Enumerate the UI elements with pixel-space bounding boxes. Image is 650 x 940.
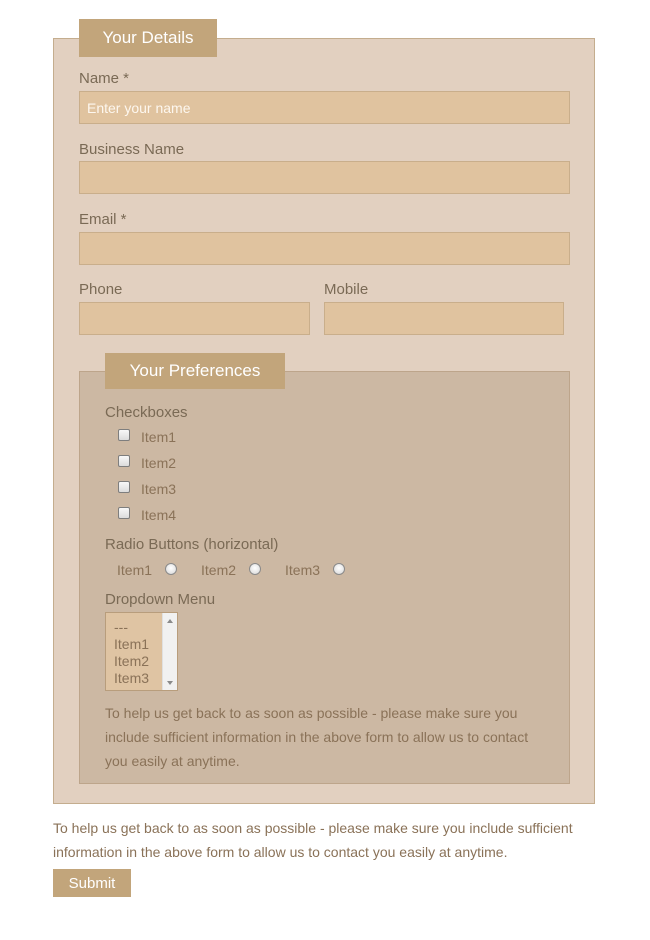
checkbox-item2-label: Item2 (141, 455, 177, 471)
business-name-label: Business Name (79, 141, 185, 158)
email-label: Email * (79, 211, 127, 228)
phone-label: Phone (79, 281, 123, 298)
checkbox-item3[interactable] (118, 481, 130, 493)
email-input[interactable] (79, 232, 570, 265)
checkbox-item4-label: Item4 (141, 507, 177, 523)
phone-input[interactable] (79, 302, 310, 335)
dropdown-scrollbar[interactable] (162, 613, 177, 690)
checkboxes-label: Checkboxes (105, 404, 188, 421)
scroll-down-arrow-icon[interactable] (167, 681, 173, 685)
checkbox-item2[interactable] (118, 455, 130, 467)
name-input[interactable] (79, 91, 570, 124)
preferences-help-text: To help us get back to as soon as possib… (105, 705, 529, 769)
checkbox-item1[interactable] (118, 429, 130, 441)
scroll-up-arrow-icon[interactable] (167, 619, 173, 623)
radio-buttons-label: Radio Buttons (horizontal) (105, 536, 279, 553)
submit-button[interactable]: Submit (53, 869, 131, 897)
radio-item2-label: Item2 (201, 562, 237, 578)
checkbox-item4[interactable] (118, 507, 130, 519)
mobile-input[interactable] (324, 302, 564, 335)
radio-item2[interactable] (249, 563, 261, 575)
checkbox-item1-label: Item1 (141, 429, 177, 445)
preferences-legend: Your Preferences (105, 353, 285, 389)
name-label: Name * (79, 70, 130, 87)
dropdown-label: Dropdown Menu (105, 591, 216, 608)
footer-help-text: To help us get back to as soon as possib… (53, 820, 573, 860)
mobile-label: Mobile (324, 281, 369, 298)
radio-item3-label: Item3 (285, 562, 321, 578)
radio-item1[interactable] (165, 563, 177, 575)
details-legend: Your Details (79, 19, 217, 57)
radio-item3[interactable] (333, 563, 345, 575)
dropdown-menu[interactable]: --- Item1 Item2 Item3 (105, 612, 178, 691)
business-name-input[interactable] (79, 161, 570, 194)
checkbox-item3-label: Item3 (141, 481, 177, 497)
radio-item1-label: Item1 (117, 562, 153, 578)
